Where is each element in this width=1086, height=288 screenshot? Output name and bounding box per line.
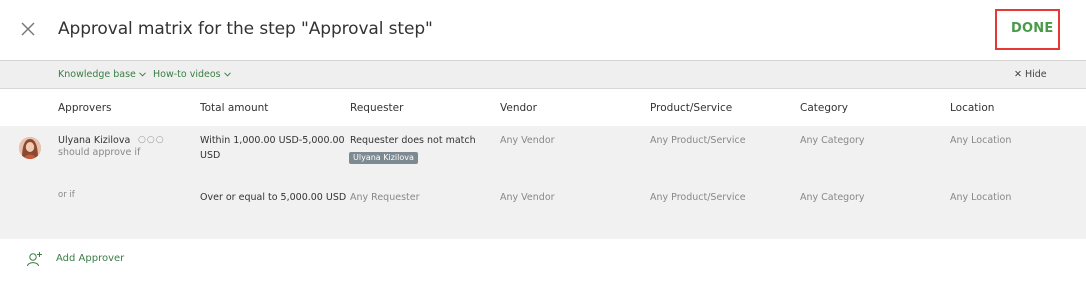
product-service-cell[interactable]: Any Product/Service — [650, 135, 746, 146]
total-amount-cell[interactable]: Within 1,000.00 USD-5,000.00 — [200, 135, 345, 146]
column-header-approvers: Approvers — [58, 102, 112, 114]
knowledge-base-label: Knowledge base — [58, 69, 136, 80]
page-title: Approval matrix for the step "Approval s… — [58, 19, 433, 39]
location-cell[interactable]: Any Location — [950, 192, 1011, 203]
column-header-vendor: Vendor — [500, 102, 537, 114]
chevron-down-icon — [139, 72, 146, 77]
how-to-videos-link[interactable]: How-to videos — [153, 69, 231, 80]
column-header-requester: Requester — [350, 102, 404, 114]
requester-cell[interactable]: Any Requester — [350, 192, 420, 203]
approver-name[interactable]: Ulyana Kizilova — [58, 135, 130, 146]
or-if-label: or if — [58, 190, 75, 200]
vendor-cell[interactable]: Any Vendor — [500, 192, 555, 203]
category-cell[interactable]: Any Category — [800, 192, 865, 203]
approver-condition-note: should approve if — [58, 147, 141, 158]
column-header-product-service: Product/Service — [650, 102, 733, 114]
total-amount-cell-continued: USD — [200, 150, 221, 161]
close-icon[interactable] — [19, 20, 37, 38]
requester-cell[interactable]: Requester does not match — [350, 135, 476, 146]
category-cell[interactable]: Any Category — [800, 135, 865, 146]
dialog-header: Approval matrix for the step "Approval s… — [0, 0, 1086, 61]
how-to-videos-label: How-to videos — [153, 69, 221, 80]
total-amount-cell[interactable]: Over or equal to 5,000.00 USD — [200, 192, 346, 203]
avatar-image — [19, 137, 41, 159]
knowledge-base-link[interactable]: Knowledge base — [58, 69, 146, 80]
column-header-total-amount: Total amount — [200, 102, 269, 114]
help-toolbar: Knowledge base How-to videos ✕ Hide — [0, 61, 1086, 89]
more-options-icon[interactable]: ○○○ — [138, 135, 165, 145]
product-service-cell[interactable]: Any Product/Service — [650, 192, 746, 203]
avatar — [19, 137, 41, 159]
add-user-icon — [27, 252, 42, 267]
done-button[interactable]: DONE — [1011, 21, 1053, 36]
vendor-cell[interactable]: Any Vendor — [500, 135, 555, 146]
hide-label: Hide — [1024, 69, 1047, 80]
column-header-category: Category — [800, 102, 848, 114]
requester-badge: Ulyana Kizilova — [349, 152, 418, 164]
add-approver-label: Add Approver — [56, 253, 125, 264]
close-icon: ✕ — [1014, 69, 1022, 80]
hide-button[interactable]: ✕ Hide — [1014, 69, 1047, 80]
chevron-down-icon — [223, 72, 231, 77]
column-header-location: Location — [950, 102, 995, 114]
location-cell[interactable]: Any Location — [950, 135, 1011, 146]
